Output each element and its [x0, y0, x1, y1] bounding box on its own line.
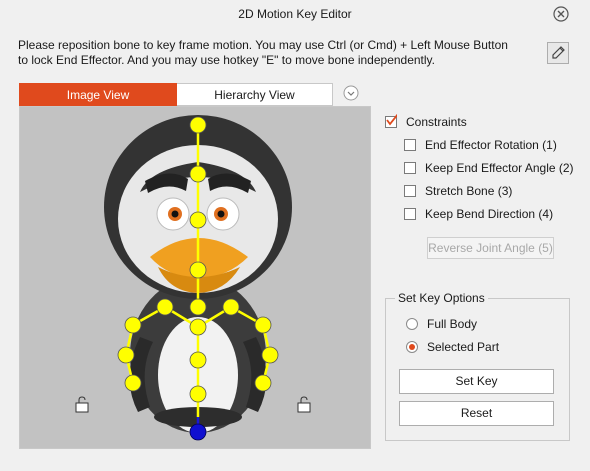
joint-right-elbow[interactable] — [254, 316, 272, 334]
reset-button[interactable]: Reset — [399, 401, 554, 426]
joint-chest[interactable] — [189, 298, 207, 316]
joint-left-forearm[interactable] — [117, 346, 135, 364]
joint-root[interactable] — [189, 423, 207, 441]
constraints-checkbox-row[interactable]: Constraints — [385, 114, 467, 130]
tab-hierarchy-view[interactable]: Hierarchy View — [177, 83, 333, 106]
instructions-text: Please reposition bone to key frame moti… — [18, 38, 528, 68]
joint-spine[interactable] — [189, 318, 207, 336]
joint-right-forearm[interactable] — [261, 346, 279, 364]
selected-part-radio-row[interactable]: Selected Part — [406, 339, 499, 355]
full-body-label: Full Body — [427, 317, 478, 331]
title-bar: 2D Motion Key Editor — [0, 0, 590, 28]
selected-part-radio[interactable] — [406, 341, 418, 353]
constraint-option-1-label: End Effector Rotation (1) — [425, 138, 557, 152]
constraints-label: Constraints — [406, 115, 467, 129]
instructions-line-1: Please reposition bone to key frame moti… — [18, 38, 508, 52]
reverse-joint-angle-button[interactable]: Reverse Joint Angle (5) — [427, 237, 554, 259]
joint-head-top[interactable] — [189, 116, 207, 134]
constraint-option-4-label: Keep Bend Direction (4) — [425, 207, 554, 221]
lock-icon[interactable] — [297, 396, 311, 413]
set-key-options-legend: Set Key Options — [395, 291, 488, 305]
selected-part-label: Selected Part — [427, 340, 500, 354]
joint-right-shoulder[interactable] — [222, 298, 240, 316]
constraint-option-3-checkbox[interactable] — [404, 185, 416, 197]
joint-left-hand[interactable] — [124, 374, 142, 392]
close-icon[interactable] — [552, 5, 570, 23]
image-viewport[interactable] — [19, 106, 371, 449]
full-body-radio-row[interactable]: Full Body — [406, 316, 477, 332]
set-key-button[interactable]: Set Key — [399, 369, 554, 394]
character-canvas[interactable] — [20, 107, 371, 449]
joint-left-elbow[interactable] — [124, 316, 142, 334]
constraint-option-4[interactable]: Keep Bend Direction (4) — [404, 206, 553, 222]
chevron-down-icon[interactable] — [343, 85, 359, 101]
constraint-option-3-label: Stretch Bone (3) — [425, 184, 513, 198]
pick-bone-button[interactable] — [547, 42, 569, 64]
joint-pelvis[interactable] — [189, 385, 207, 403]
joint-left-shoulder[interactable] — [156, 298, 174, 316]
instructions-line-2: to lock End Effector. And you may use ho… — [18, 53, 435, 67]
constraint-option-2-label: Keep End Effector Angle (2) — [425, 161, 574, 175]
constraint-option-4-checkbox[interactable] — [404, 208, 416, 220]
joint-right-hand[interactable] — [254, 374, 272, 392]
joint-head-mid[interactable] — [189, 211, 207, 229]
constraint-option-2-checkbox[interactable] — [404, 162, 416, 174]
constraint-option-1-checkbox[interactable] — [404, 139, 416, 151]
joint-neck[interactable] — [189, 261, 207, 279]
joint-head-upper[interactable] — [189, 165, 207, 183]
tab-image-view[interactable]: Image View — [19, 83, 177, 106]
constraints-checkbox[interactable] — [385, 114, 397, 128]
checkmark-icon — [386, 114, 397, 126]
eyedropper-icon — [552, 46, 565, 59]
constraint-option-1[interactable]: End Effector Rotation (1) — [404, 137, 557, 153]
full-body-radio[interactable] — [406, 318, 418, 330]
lock-icon[interactable] — [75, 396, 89, 413]
joint-waist[interactable] — [189, 351, 207, 369]
window-title: 2D Motion Key Editor — [238, 7, 352, 21]
constraint-option-3[interactable]: Stretch Bone (3) — [404, 183, 512, 199]
constraint-option-2[interactable]: Keep End Effector Angle (2) — [404, 160, 574, 176]
